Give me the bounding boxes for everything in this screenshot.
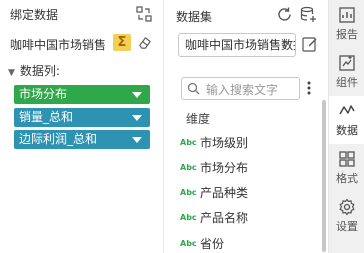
text-type-icon: Abc [180,163,197,172]
field-item[interactable]: Abc 产品种类 [180,184,248,200]
chevron-down-icon: ∨ [281,39,289,50]
field-search-input[interactable]: 输入搜索文字 [181,77,300,100]
nav-label: 组件 [336,76,358,89]
field-item[interactable]: Abc 产品名称 [180,209,248,225]
dropdown-arrow-icon[interactable] [132,137,142,143]
columns-label-text: 数据列: [19,64,60,78]
add-dataset-icon[interactable] [300,6,317,23]
nav-item-settings[interactable]: 设置 [329,192,364,240]
nav-label: 报告 [336,28,358,41]
swap-fields-icon[interactable] [136,6,152,22]
text-type-icon: Abc [180,213,197,222]
search-placeholder: 输入搜索文字 [206,83,279,97]
nav-item-report[interactable]: 报告 [329,0,364,48]
dataset-panel-title: 数据集 [176,10,213,24]
data-icon [339,105,355,115]
nav-item-format[interactable]: 格式 [329,144,364,192]
edit-dataset-icon[interactable] [302,36,318,52]
nav-item-component[interactable]: 组件 [329,48,364,96]
nav-label: 设置 [336,220,358,233]
dataset-panel: 数据集 咖啡中国市场销售数据 ∨ 输入搜索文字 维度 Abc 市场级别 Abc … [164,0,328,253]
field-name: 产品种类 [200,186,249,200]
dropdown-arrow-icon[interactable] [132,115,142,121]
text-type-icon: Abc [180,188,197,197]
refresh-icon[interactable] [276,6,293,23]
nav-item-data[interactable]: 数据 [329,96,364,144]
dropdown-arrow-icon[interactable] [132,92,142,98]
column-pill-label: 销量_总和 [19,110,74,124]
format-icon [339,151,355,167]
columns-label[interactable]: ▼ 数据列: [8,62,60,79]
column-pill-label: 市场分布 [19,87,68,101]
field-name: 市场级别 [200,136,249,150]
more-options-icon[interactable] [307,80,311,96]
scrollbar[interactable] [322,100,326,252]
binding-panel-title: 绑定数据 [10,8,59,22]
aggregate-button[interactable]: Σ [113,34,131,51]
column-pill-market-distribution[interactable]: 市场分布 [14,85,150,104]
text-type-icon: Abc [180,138,197,147]
dimension-section-label: 维度 [186,112,211,126]
field-item[interactable]: Abc 市场分布 [180,159,248,175]
bound-dataset-name: 咖啡中国市场销售数据 [10,38,106,52]
report-icon [339,7,355,23]
chevron-down-icon: ▼ [8,68,15,78]
field-item[interactable]: Abc 省份 [180,235,224,251]
binding-panel: 绑定数据 咖啡中国市场销售数据 Σ ▼ 数据列: 市场分布 销量_总和 边际利润_… [0,0,163,253]
nav-label: 格式 [336,172,358,185]
column-pill-sales-sum[interactable]: 销量_总和 [14,108,150,127]
field-name: 市场分布 [200,161,249,175]
app-root: 绑定数据 咖啡中国市场销售数据 Σ ▼ 数据列: 市场分布 销量_总和 边际利润_… [0,0,364,253]
side-nav: 报告 组件 数据 格式 设置 [328,0,364,253]
eraser-icon[interactable] [137,35,152,50]
column-pill-label: 边际利润_总和 [19,132,98,146]
text-type-icon: Abc [180,239,197,248]
field-name: 产品名称 [200,211,249,225]
column-pill-margin-sum[interactable]: 边际利润_总和 [14,130,150,149]
nav-label: 数据 [336,124,358,137]
dataset-select[interactable]: 咖啡中国市场销售数据 ∨ [178,33,296,57]
dataset-select-value: 咖啡中国市场销售数据 [185,38,296,52]
field-item[interactable]: Abc 市场级别 [180,134,248,150]
component-icon [339,55,355,71]
settings-icon [339,198,355,216]
field-name: 省份 [200,237,225,251]
search-icon [187,82,200,95]
